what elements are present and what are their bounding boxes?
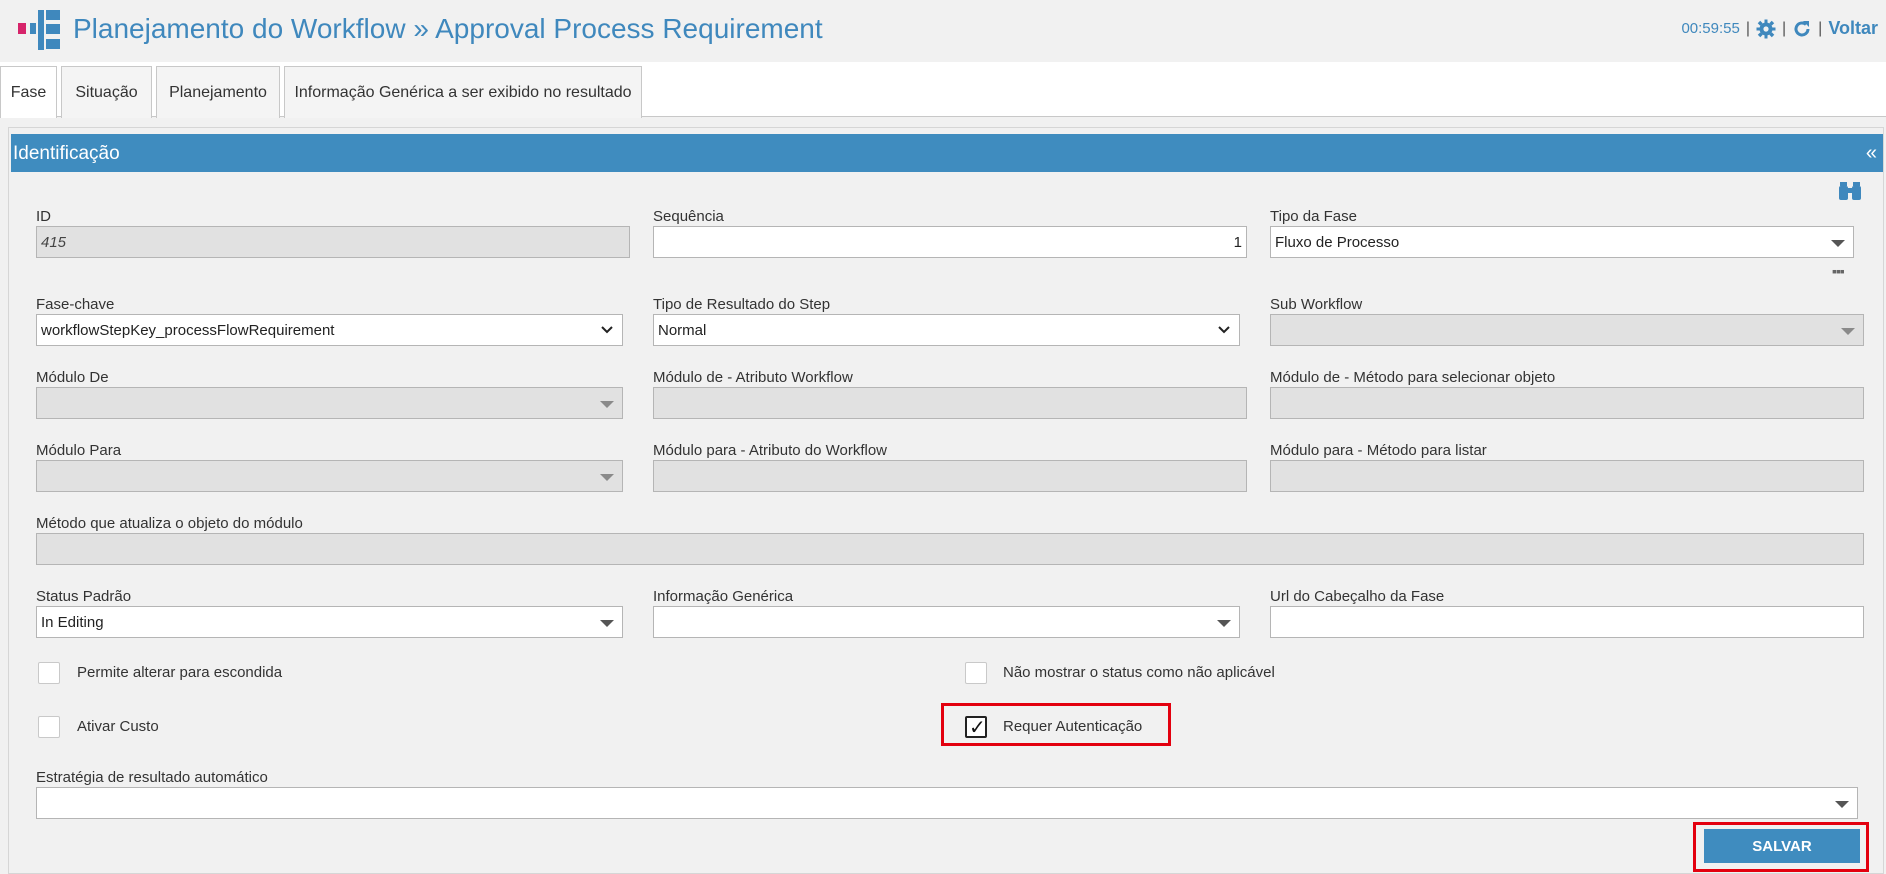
modulo-de-metodo-label: Módulo de - Método para selecionar objet… bbox=[1270, 369, 1556, 386]
refresh-icon[interactable] bbox=[1792, 19, 1812, 39]
modulo-para-select[interactable] bbox=[36, 460, 623, 492]
metodo-atualiza-label: Método que atualiza o objeto do módulo bbox=[36, 515, 303, 532]
metodo-atualiza-input[interactable] bbox=[36, 533, 1864, 565]
panel-title: Identificação bbox=[13, 143, 120, 164]
fase-chave-select[interactable]: workflowStepKey_processFlowRequirement bbox=[36, 314, 623, 346]
panel-header: Identificação « bbox=[11, 134, 1883, 172]
ativar-custo-checkbox[interactable] bbox=[38, 716, 60, 738]
tipo-resultado-value: Normal bbox=[658, 321, 707, 339]
nao-mostrar-status-checkbox[interactable] bbox=[965, 662, 987, 684]
session-timer: 00:59:55 bbox=[1681, 20, 1740, 37]
modulo-de-select[interactable] bbox=[36, 387, 623, 419]
chevron-down-icon bbox=[601, 326, 613, 334]
dropdown-caret-icon bbox=[600, 474, 614, 481]
dropdown-caret-icon bbox=[1835, 801, 1849, 808]
modulo-para-label: Módulo Para bbox=[36, 442, 122, 459]
dropdown-caret-icon bbox=[1831, 240, 1845, 247]
ativar-custo-label: Ativar Custo bbox=[77, 718, 159, 735]
dropdown-caret-icon bbox=[600, 620, 614, 627]
tab-bar: Fase Situação Planejamento Informação Ge… bbox=[0, 62, 1886, 118]
id-label: ID bbox=[36, 208, 51, 225]
status-padrao-select[interactable]: In Editing bbox=[36, 606, 623, 638]
sub-workflow-select[interactable] bbox=[1270, 314, 1864, 346]
modulo-de-atributo-input[interactable] bbox=[653, 387, 1247, 419]
fase-chave-value: workflowStepKey_processFlowRequirement bbox=[41, 321, 335, 339]
back-link[interactable]: Voltar bbox=[1828, 18, 1878, 39]
save-button[interactable]: SALVAR bbox=[1704, 829, 1860, 863]
requer-autenticacao-checkbox[interactable]: ✓ bbox=[965, 716, 987, 739]
page-title: Planejamento do Workflow » Approval Proc… bbox=[73, 13, 823, 44]
status-padrao-label: Status Padrão bbox=[36, 588, 132, 605]
estrategia-label: Estratégia de resultado automático bbox=[36, 769, 268, 786]
nao-mostrar-status-label: Não mostrar o status como não aplicável bbox=[1003, 664, 1275, 681]
tipo-fase-select[interactable]: Fluxo de Processo bbox=[1270, 226, 1854, 258]
gear-icon[interactable] bbox=[1756, 19, 1776, 39]
sequencia-input[interactable]: 1 bbox=[653, 226, 1247, 258]
permite-escondida-label: Permite alterar para escondida bbox=[77, 664, 283, 681]
app-header: Planejamento do Workflow » Approval Proc… bbox=[0, 0, 1886, 62]
fase-chave-label: Fase-chave bbox=[36, 296, 115, 313]
more-options-icon[interactable]: ▪▪▪ bbox=[1832, 263, 1845, 279]
modulo-para-metodo-label: Módulo para - Método para listar bbox=[1270, 442, 1487, 459]
tipo-resultado-label: Tipo de Resultado do Step bbox=[653, 296, 831, 313]
sequencia-label: Sequência bbox=[653, 208, 724, 225]
binoculars-icon[interactable] bbox=[1838, 180, 1862, 202]
modulo-para-atributo-input[interactable] bbox=[653, 460, 1247, 492]
dropdown-caret-icon bbox=[600, 401, 614, 408]
workflow-tree-icon bbox=[18, 10, 60, 50]
tipo-fase-value: Fluxo de Processo bbox=[1275, 233, 1400, 251]
info-generica-select[interactable] bbox=[653, 606, 1240, 638]
header-toolbar: 00:59:55 | | | Voltar bbox=[1681, 18, 1878, 39]
id-field: 415 bbox=[36, 226, 630, 258]
url-cabecalho-input[interactable] bbox=[1270, 606, 1864, 638]
modulo-para-atributo-label: Módulo para - Atributo do Workflow bbox=[653, 442, 888, 459]
checkmark-icon: ✓ bbox=[969, 717, 986, 739]
info-generica-label: Informação Genérica bbox=[653, 588, 794, 605]
modulo-de-metodo-input[interactable] bbox=[1270, 387, 1864, 419]
dropdown-caret-icon bbox=[1217, 620, 1231, 627]
tab-informacao-generica[interactable]: Informação Genérica a ser exibido no res… bbox=[284, 66, 642, 118]
tab-planejamento[interactable]: Planejamento bbox=[156, 66, 280, 118]
requer-autenticacao-label: Requer Autenticação bbox=[1003, 718, 1143, 735]
modulo-para-metodo-input[interactable] bbox=[1270, 460, 1864, 492]
tab-situacao[interactable]: Situação bbox=[61, 66, 152, 118]
url-cabecalho-label: Url do Cabeçalho da Fase bbox=[1270, 588, 1445, 605]
collapse-icon[interactable]: « bbox=[1866, 142, 1877, 165]
sub-workflow-label: Sub Workflow bbox=[1270, 296, 1363, 313]
estrategia-select[interactable] bbox=[36, 787, 1858, 819]
tipo-resultado-select[interactable]: Normal bbox=[653, 314, 1240, 346]
tipo-fase-label: Tipo da Fase bbox=[1270, 208, 1357, 225]
chevron-down-icon bbox=[1218, 326, 1230, 334]
permite-escondida-checkbox[interactable] bbox=[38, 662, 60, 684]
status-padrao-value: In Editing bbox=[41, 613, 104, 631]
modulo-de-label: Módulo De bbox=[36, 369, 109, 386]
dropdown-caret-icon bbox=[1841, 328, 1855, 335]
tab-fase[interactable]: Fase bbox=[0, 66, 57, 118]
modulo-de-atributo-label: Módulo de - Atributo Workflow bbox=[653, 369, 853, 386]
